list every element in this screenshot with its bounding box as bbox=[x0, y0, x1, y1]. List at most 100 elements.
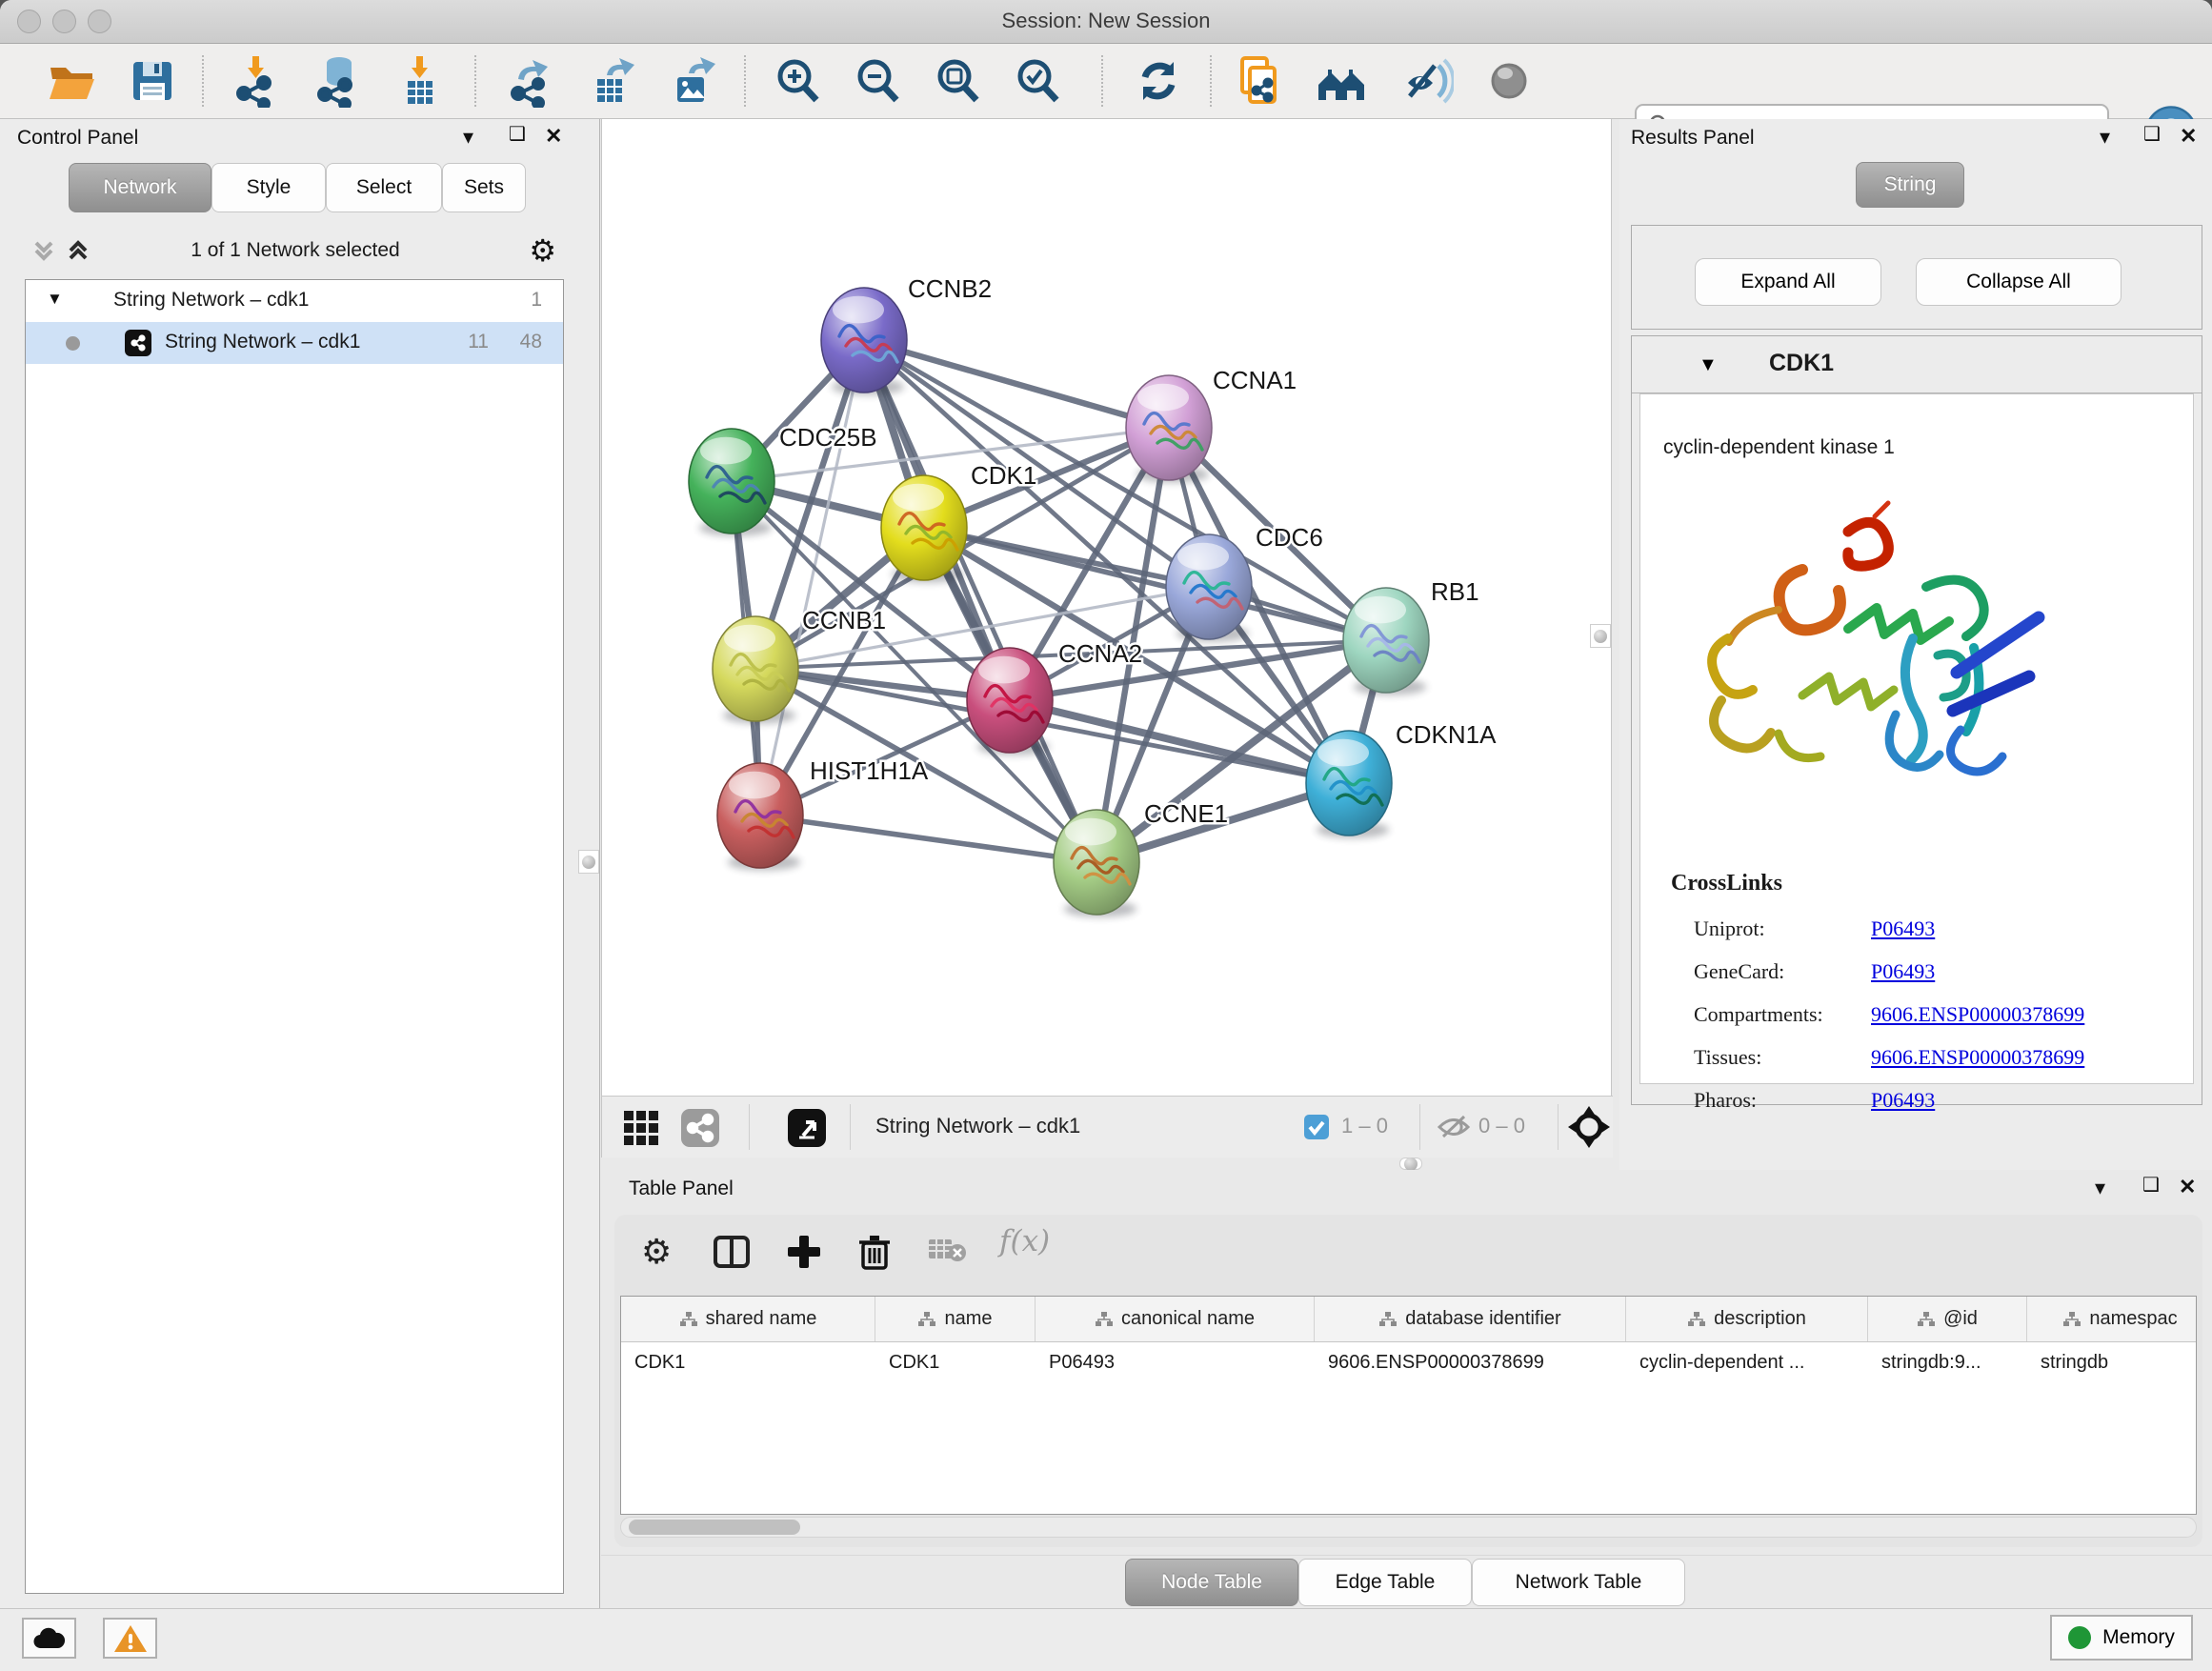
network-node-cdc25b[interactable] bbox=[689, 429, 774, 536]
node-table-body: CDK1CDK1P064939606.ENSP00000378699cyclin… bbox=[621, 1342, 2196, 1384]
network-node-hist1h1a[interactable] bbox=[717, 763, 803, 871]
add-column-icon[interactable] bbox=[784, 1232, 824, 1275]
crosslink-link[interactable]: P06493 bbox=[1871, 959, 1935, 984]
network-node-rb1[interactable] bbox=[1343, 588, 1429, 695]
cytoscape-window: Session: New Session bbox=[0, 0, 2212, 1671]
column-header-shared-name[interactable]: shared name bbox=[621, 1297, 875, 1341]
cloud-icon bbox=[31, 1625, 68, 1652]
save-session-button[interactable] bbox=[126, 54, 179, 108]
crosslink-link[interactable]: P06493 bbox=[1871, 1088, 1935, 1113]
hidden-eye-icon[interactable] bbox=[1437, 1113, 1471, 1146]
toolbar-separator bbox=[474, 55, 476, 107]
export-network-button[interactable] bbox=[505, 54, 558, 108]
column-header--id[interactable]: @id bbox=[1868, 1297, 2027, 1341]
panel-close-icon[interactable]: ✕ bbox=[545, 126, 562, 147]
export-image-button[interactable] bbox=[666, 54, 719, 108]
left-splitter-knob[interactable] bbox=[578, 850, 599, 874]
panel-float-icon[interactable]: ❑ bbox=[509, 125, 526, 144]
right-splitter-knob[interactable] bbox=[1590, 624, 1611, 648]
panel-menu-icon[interactable]: ▾ bbox=[463, 127, 473, 148]
houses-icon-button[interactable] bbox=[1315, 54, 1368, 108]
cloud-button[interactable] bbox=[22, 1618, 76, 1659]
network-edge bbox=[760, 815, 1096, 862]
tab-node-table[interactable]: Node Table bbox=[1125, 1559, 1298, 1606]
column-type-icon bbox=[1378, 1311, 1398, 1328]
first-neighbors-button[interactable] bbox=[1233, 54, 1286, 108]
column-header-description[interactable]: description bbox=[1626, 1297, 1868, 1341]
crosslink-link[interactable]: 9606.ENSP00000378699 bbox=[1871, 1045, 2084, 1070]
expand-all-button[interactable]: Expand All bbox=[1695, 258, 1881, 306]
gene-caret-icon[interactable]: ▼ bbox=[1693, 353, 1723, 377]
tab-sets[interactable]: Sets bbox=[442, 163, 526, 212]
crosslink-label: Uniprot: bbox=[1694, 916, 1765, 941]
crosslink-link[interactable]: 9606.ENSP00000378699 bbox=[1871, 1002, 2084, 1027]
delete-column-trash-icon[interactable] bbox=[855, 1232, 895, 1275]
table-horizontal-scrollbar[interactable] bbox=[620, 1517, 2197, 1538]
tab-select[interactable]: Select bbox=[326, 163, 442, 212]
panel-menu-icon[interactable]: ▾ bbox=[2095, 1178, 2105, 1198]
zoom-fit-button[interactable] bbox=[932, 54, 985, 108]
import-network-button[interactable] bbox=[229, 54, 282, 108]
column-type-icon bbox=[1687, 1311, 1706, 1328]
import-database-button[interactable] bbox=[311, 54, 364, 108]
tab-style[interactable]: Style bbox=[211, 163, 326, 212]
tab-string[interactable]: String bbox=[1856, 162, 1964, 208]
table-gear-icon[interactable]: ⚙ bbox=[641, 1232, 672, 1272]
column-header-database-identifier[interactable]: database identifier bbox=[1315, 1297, 1626, 1341]
network-node-cdkn1a[interactable] bbox=[1306, 731, 1392, 838]
crosslink-row: Compartments:9606.ENSP00000378699 bbox=[1694, 995, 2170, 1037]
panel-float-icon[interactable]: ❑ bbox=[2142, 1176, 2160, 1195]
network-view-title: String Network – cdk1 bbox=[875, 1114, 1080, 1138]
table-cell: stringdb bbox=[2027, 1342, 2197, 1384]
collection-caret-icon[interactable]: ▼ bbox=[47, 290, 63, 309]
node-table: shared namenamecanonical namedatabase id… bbox=[620, 1296, 2197, 1515]
crosslink-link[interactable]: P06493 bbox=[1871, 916, 1935, 941]
column-header-name[interactable]: name bbox=[875, 1297, 1036, 1341]
column-header-canonical-name[interactable]: canonical name bbox=[1036, 1297, 1315, 1341]
zoom-in-button[interactable] bbox=[772, 54, 825, 108]
panel-menu-icon[interactable]: ▾ bbox=[2100, 127, 2110, 148]
panel-close-icon[interactable]: ✕ bbox=[2180, 126, 2197, 147]
zoom-selected-button[interactable] bbox=[1012, 54, 1065, 108]
node-label-cdc6: CDC6 bbox=[1256, 523, 1323, 552]
network-edge-count: 48 bbox=[520, 331, 542, 353]
export-table-button[interactable] bbox=[586, 54, 639, 108]
detach-view-icon[interactable] bbox=[786, 1107, 828, 1152]
grid-view-icon[interactable] bbox=[620, 1107, 662, 1152]
gene-detail-card: cyclin-dependent kinase 1 bbox=[1639, 393, 2194, 1084]
import-table-button[interactable] bbox=[392, 54, 446, 108]
tab-network[interactable]: Network bbox=[69, 163, 211, 212]
hide-details-eye-button[interactable] bbox=[1400, 54, 1454, 108]
scrollbar-thumb[interactable] bbox=[629, 1520, 800, 1535]
panel-float-icon[interactable]: ❑ bbox=[2143, 125, 2161, 144]
network-node-ccnb2[interactable] bbox=[821, 288, 907, 395]
network-canvas[interactable]: CCNB2CCNA1CDC25BCDK1CDC6RB1CCNB1CCNA2CDK… bbox=[602, 119, 1613, 1096]
column-header-namespac[interactable]: namespac bbox=[2027, 1297, 2197, 1341]
network-options-gear-icon[interactable]: ⚙ bbox=[523, 232, 562, 270]
birdseye-crosshair-icon[interactable] bbox=[1567, 1105, 1611, 1152]
splitter-knob[interactable] bbox=[1399, 1158, 1422, 1170]
show-columns-icon[interactable] bbox=[712, 1232, 752, 1275]
tab-edge-table[interactable]: Edge Table bbox=[1298, 1559, 1472, 1606]
horizontal-splitter[interactable] bbox=[601, 1158, 1612, 1170]
network-row[interactable]: String Network – cdk1 11 48 bbox=[26, 322, 563, 364]
refresh-button[interactable] bbox=[1132, 54, 1185, 108]
gene-header-row[interactable]: ▼ CDK1 bbox=[1632, 336, 2202, 393]
table-row[interactable]: CDK1CDK1P064939606.ENSP00000378699cyclin… bbox=[621, 1342, 2196, 1384]
delete-table-icon[interactable] bbox=[927, 1232, 969, 1269]
warning-button[interactable] bbox=[103, 1618, 157, 1659]
open-session-button[interactable] bbox=[45, 54, 98, 108]
gray-ball-button[interactable] bbox=[1482, 54, 1536, 108]
network-node-ccnb1[interactable] bbox=[713, 616, 798, 724]
collapse-all-button[interactable]: Collapse All bbox=[1916, 258, 2122, 306]
network-node-ccna1[interactable] bbox=[1126, 375, 1212, 483]
zoom-out-button[interactable] bbox=[852, 54, 905, 108]
network-collection-row[interactable]: ▼ String Network – cdk1 1 bbox=[26, 280, 563, 322]
memory-button[interactable]: Memory bbox=[2050, 1615, 2193, 1661]
network-thumbnail-share-icon[interactable] bbox=[679, 1107, 721, 1152]
panel-close-icon[interactable]: ✕ bbox=[2179, 1177, 2196, 1198]
network-share-icon bbox=[125, 330, 151, 356]
tab-network-table[interactable]: Network Table bbox=[1472, 1559, 1685, 1606]
selected-checkbox-icon[interactable] bbox=[1303, 1114, 1330, 1145]
network-node-ccne1[interactable] bbox=[1054, 810, 1139, 917]
